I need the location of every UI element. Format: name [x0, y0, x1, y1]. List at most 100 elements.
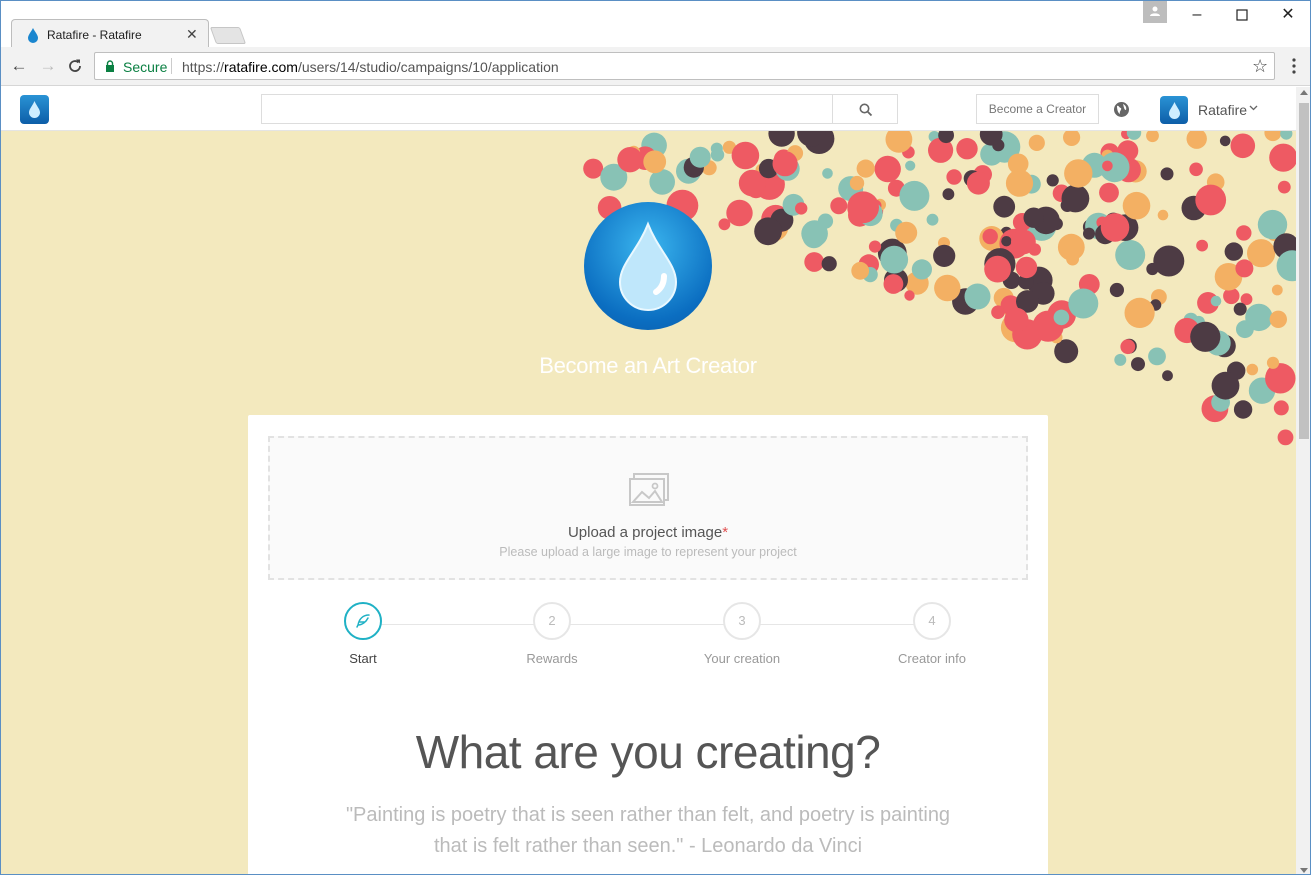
bookmark-star-icon[interactable]: ☆ — [1252, 56, 1268, 77]
confetti-dot — [1109, 282, 1124, 298]
confetti-dot — [1028, 134, 1045, 151]
confetti-dot — [1131, 357, 1145, 372]
site-search-input[interactable] — [261, 94, 833, 124]
back-icon[interactable]: ← — [9, 56, 29, 76]
step-1-start[interactable] — [344, 602, 382, 640]
step-2-rewards[interactable]: 2 — [533, 602, 571, 640]
reload-icon[interactable] — [65, 56, 85, 76]
confetti-dot — [801, 220, 828, 247]
maximize-icon[interactable] — [1232, 5, 1252, 25]
scroll-thumb[interactable] — [1299, 103, 1309, 439]
project-image-upload[interactable]: Upload a project image* Please upload a … — [268, 436, 1028, 580]
step-3-your-creation[interactable]: 3 — [723, 602, 761, 640]
window-close-icon[interactable]: ✕ — [1278, 5, 1298, 25]
confetti-dot — [1100, 213, 1130, 242]
confetti-dot — [1064, 159, 1093, 188]
forward-icon[interactable]: → — [38, 56, 58, 76]
step-4-creator-info[interactable]: 4 — [913, 602, 951, 640]
omnibox-separator — [171, 58, 172, 74]
confetti-dot — [821, 256, 837, 272]
minimize-icon[interactable]: – — [1187, 5, 1207, 25]
upload-title-text: Upload a project image — [567, 524, 723, 541]
step-label-your-creation: Your creation — [703, 651, 781, 666]
confetti-dot — [689, 146, 711, 168]
globe-icon[interactable] — [1113, 101, 1130, 118]
new-tab-button[interactable] — [209, 27, 247, 44]
required-mark: * — [722, 524, 729, 541]
confetti-dot — [934, 274, 961, 302]
tab-close-icon[interactable]: ✕ — [186, 26, 198, 43]
confetti-dot — [1246, 363, 1259, 376]
scroll-down-arrow-icon[interactable] — [1300, 868, 1308, 873]
page-scrollbar[interactable] — [1296, 87, 1310, 874]
confetti-dot — [1023, 207, 1044, 228]
confetti-dot — [1153, 245, 1185, 277]
confetti-dot — [830, 197, 848, 215]
confetti-dot — [1196, 239, 1208, 252]
confetti-dot — [1266, 356, 1280, 369]
person-icon — [1150, 6, 1160, 16]
browser-tab[interactable]: Ratafire - Ratafire ✕ — [11, 19, 209, 49]
confetti-dot — [1102, 160, 1113, 172]
browser-menu-icon[interactable] — [1284, 56, 1304, 76]
confetti-dot — [1269, 310, 1288, 328]
step-label-creator-info: Creator info — [898, 651, 966, 666]
confetti-dot — [991, 305, 1005, 319]
site-search-button[interactable] — [832, 94, 898, 124]
confetti-dot — [1008, 171, 1024, 187]
confetti-dot — [1277, 180, 1291, 194]
confetti-dot — [1148, 347, 1166, 366]
confetti-dot — [946, 169, 962, 185]
upload-title: Upload a project image* — [270, 524, 1026, 541]
confetti-dot — [868, 240, 882, 253]
confetti-dot — [1124, 297, 1155, 328]
confetti-dot — [1004, 307, 1029, 333]
confetti-dot — [911, 259, 933, 280]
confetti-dot — [982, 228, 998, 245]
confetti-dot — [1068, 288, 1099, 319]
confetti-dot — [1273, 400, 1289, 416]
confetti-dot — [795, 202, 808, 215]
confetti-dot — [804, 252, 825, 272]
confetti-dot — [822, 168, 833, 179]
scroll-up-arrow-icon[interactable] — [1300, 90, 1308, 95]
url-text[interactable]: https://ratafire.com/users/14/studio/cam… — [182, 59, 559, 75]
site-logo[interactable] — [20, 95, 49, 124]
confetti-dot — [895, 221, 918, 244]
confetti-dot — [874, 155, 901, 183]
confetti-dot — [1061, 184, 1090, 213]
confetti-dot — [772, 151, 798, 177]
address-bar[interactable]: Secure https://ratafire.com/users/14/stu… — [94, 52, 1275, 80]
step-label-rewards: Rewards — [526, 651, 578, 666]
confetti-dot — [966, 171, 990, 195]
confetti-dot — [1046, 174, 1059, 187]
confetti-dot — [933, 244, 956, 267]
confetti-dot — [883, 274, 904, 294]
steps-connector-line — [363, 624, 933, 625]
site-navbar: Become a Creator Ratafire — [1, 87, 1296, 131]
chevron-down-icon[interactable] — [1249, 105, 1258, 111]
feather-pen-icon — [356, 614, 370, 628]
confetti-dot — [1210, 295, 1222, 307]
confetti-dot — [1099, 182, 1119, 203]
tab-strip: Ratafire - Ratafire ✕ – ✕ — [1, 1, 1310, 49]
search-icon — [859, 103, 873, 117]
confetti-dot — [964, 283, 991, 310]
user-avatar[interactable] — [1160, 96, 1188, 124]
confetti-dot — [1189, 162, 1203, 177]
confetti-dot — [1219, 135, 1231, 147]
become-creator-button[interactable]: Become a Creator — [976, 94, 1099, 124]
tab-title: Ratafire - Ratafire — [47, 28, 142, 42]
confetti-dot — [754, 217, 782, 246]
confetti-dot — [1277, 429, 1294, 446]
page-viewport: Become a Creator Ratafire Become an Art … — [1, 87, 1296, 874]
confetti-dot — [1146, 129, 1159, 143]
main-heading: What are you creating? — [415, 726, 881, 778]
confetti-dot — [1269, 143, 1296, 172]
confetti-dot — [1236, 225, 1252, 241]
user-menu-name[interactable]: Ratafire — [1198, 102, 1247, 118]
confetti-dot — [1195, 184, 1227, 216]
water-drop-icon — [618, 221, 678, 311]
profile-button[interactable] — [1143, 1, 1167, 23]
confetti-dot — [851, 261, 870, 280]
